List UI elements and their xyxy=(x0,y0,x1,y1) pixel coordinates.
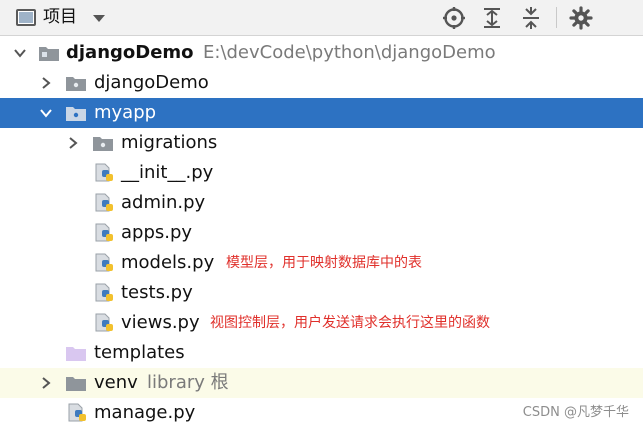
tree-item-tests-label: tests.py xyxy=(121,282,193,303)
tree-row-djangodemo[interactable]: djangoDemo xyxy=(0,68,643,98)
tree-row-root[interactable]: djangoDemo E:\devCode\python\djangoDemo xyxy=(0,38,643,68)
tree-row-admin[interactable]: admin.py xyxy=(0,188,643,218)
project-toolbar: 项目 xyxy=(0,0,643,36)
tree-row-migrations[interactable]: migrations xyxy=(0,128,643,158)
chevron-down-icon[interactable] xyxy=(93,15,105,22)
chevron-right-icon[interactable] xyxy=(39,376,53,390)
tree-row-tests[interactable]: tests.py xyxy=(0,278,643,308)
chevron-right-icon[interactable] xyxy=(66,136,80,150)
project-tree: djangoDemo E:\devCode\python\djangoDemo … xyxy=(0,36,643,429)
tree-item-templates-label: templates xyxy=(94,342,185,363)
chevron-down-icon[interactable] xyxy=(13,46,27,60)
tree-item-init-label: __init__.py xyxy=(121,162,214,183)
tree-item-admin-label: admin.py xyxy=(121,192,206,213)
templates-folder-icon xyxy=(65,343,87,363)
locate-icon[interactable] xyxy=(441,5,467,31)
project-view-icon[interactable] xyxy=(16,9,36,26)
tree-row-venv[interactable]: venv library 根 xyxy=(0,368,643,398)
tree-row-views[interactable]: views.py 视图控制层，用户发送请求会执行这里的函数 xyxy=(0,308,643,338)
module-folder-icon xyxy=(38,43,60,63)
tree-item-models-label: models.py xyxy=(121,252,215,273)
tree-item-djangodemo-label: djangoDemo xyxy=(94,72,209,93)
tree-row-models[interactable]: models.py 模型层，用于映射数据库中的表 xyxy=(0,248,643,278)
watermark: CSDN @凡梦千华 xyxy=(522,405,629,420)
python-file-icon xyxy=(94,193,116,213)
python-file-icon xyxy=(94,163,116,183)
tree-item-apps-label: apps.py xyxy=(121,222,193,243)
tree-item-myapp-label: myapp xyxy=(94,102,157,123)
tree-row-apps[interactable]: apps.py xyxy=(0,218,643,248)
library-root-label: library 根 xyxy=(147,372,229,393)
tree-row-init[interactable]: __init__.py xyxy=(0,158,643,188)
package-folder-icon xyxy=(65,103,87,123)
settings-icon[interactable] xyxy=(568,5,594,31)
tree-item-root-label: djangoDemo xyxy=(66,42,194,63)
chevron-down-icon[interactable] xyxy=(39,106,53,120)
collapse-all-icon[interactable] xyxy=(518,5,544,31)
expand-all-icon[interactable] xyxy=(479,5,505,31)
python-file-icon xyxy=(94,253,116,273)
tree-row-templates[interactable]: templates xyxy=(0,338,643,368)
toolbar-separator xyxy=(556,7,557,28)
python-file-icon xyxy=(94,283,116,303)
models-annotation: 模型层，用于映射数据库中的表 xyxy=(226,255,422,271)
package-folder-icon xyxy=(92,133,114,153)
views-annotation: 视图控制层，用户发送请求会执行这里的函数 xyxy=(210,315,490,331)
tree-item-migrations-label: migrations xyxy=(121,132,218,153)
python-file-icon xyxy=(94,313,116,333)
tree-item-root-path: E:\devCode\python\djangoDemo xyxy=(203,42,496,63)
tree-row-myapp[interactable]: myapp xyxy=(0,98,643,128)
package-folder-icon xyxy=(65,73,87,93)
project-view-title[interactable]: 项目 xyxy=(43,6,77,28)
chevron-right-icon[interactable] xyxy=(39,76,53,90)
folder-icon xyxy=(65,373,87,393)
tree-item-manage-label: manage.py xyxy=(94,402,196,423)
tree-item-views-label: views.py xyxy=(121,312,200,333)
python-file-icon xyxy=(67,403,89,423)
python-file-icon xyxy=(94,223,116,243)
tree-item-venv-label: venv xyxy=(94,372,138,393)
